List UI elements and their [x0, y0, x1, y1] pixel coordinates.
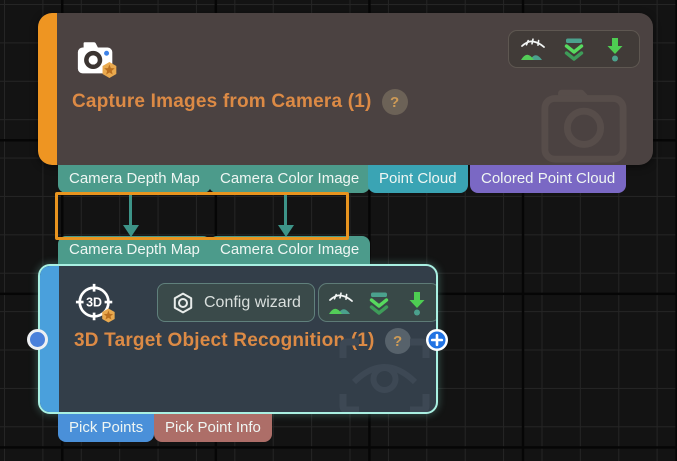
hexagon-gear-icon: [171, 291, 195, 315]
output-port[interactable]: Colored Point Cloud: [470, 165, 626, 193]
add-connection-icon[interactable]: [426, 329, 448, 351]
capture-images-node[interactable]: Capture Images from Camera (1) ?: [38, 13, 653, 165]
node-input-connector[interactable]: [27, 329, 48, 350]
config-wizard-button[interactable]: Config wizard: [157, 283, 315, 322]
output-port[interactable]: Pick Point Info: [154, 414, 272, 442]
node-title: Capture Images from Camera (1): [72, 91, 372, 113]
camera-watermark-icon: [540, 77, 628, 163]
landscape-icon[interactable]: [328, 290, 354, 316]
connection-line: [284, 194, 287, 226]
config-wizard-label: Config wizard: [204, 294, 301, 312]
input-port[interactable]: Camera Color Image: [209, 236, 370, 264]
node-accent-bar: [38, 13, 57, 165]
output-port[interactable]: Camera Depth Map: [58, 165, 211, 193]
camera-icon: [75, 37, 119, 81]
node-toolbar: [318, 283, 438, 322]
3d-target-icon: 3D: [74, 282, 118, 326]
node-graph-canvas[interactable]: Capture Images from Camera (1) ?: [0, 0, 677, 461]
double-chevron-down-icon[interactable]: [366, 290, 392, 316]
3d-icon-label: 3D: [86, 295, 102, 309]
arrow-down-icon[interactable]: [404, 290, 430, 316]
output-port[interactable]: Pick Points: [58, 414, 154, 442]
node-title: 3D Target Object Recognition (1): [74, 330, 375, 352]
arrow-down-icon[interactable]: [602, 36, 628, 62]
target-recognition-node[interactable]: 3D Config wizard: [38, 264, 438, 414]
selection-rectangle: [55, 192, 349, 240]
double-chevron-down-icon[interactable]: [561, 36, 587, 62]
connection-line: [129, 194, 132, 226]
output-port[interactable]: Point Cloud: [368, 165, 468, 193]
help-icon[interactable]: ?: [382, 89, 408, 115]
output-port[interactable]: Camera Color Image: [209, 165, 370, 193]
node-toolbar: [508, 30, 640, 68]
recognition-watermark-icon: [337, 336, 432, 414]
landscape-icon[interactable]: [520, 36, 546, 62]
input-port[interactable]: Camera Depth Map: [58, 236, 211, 264]
